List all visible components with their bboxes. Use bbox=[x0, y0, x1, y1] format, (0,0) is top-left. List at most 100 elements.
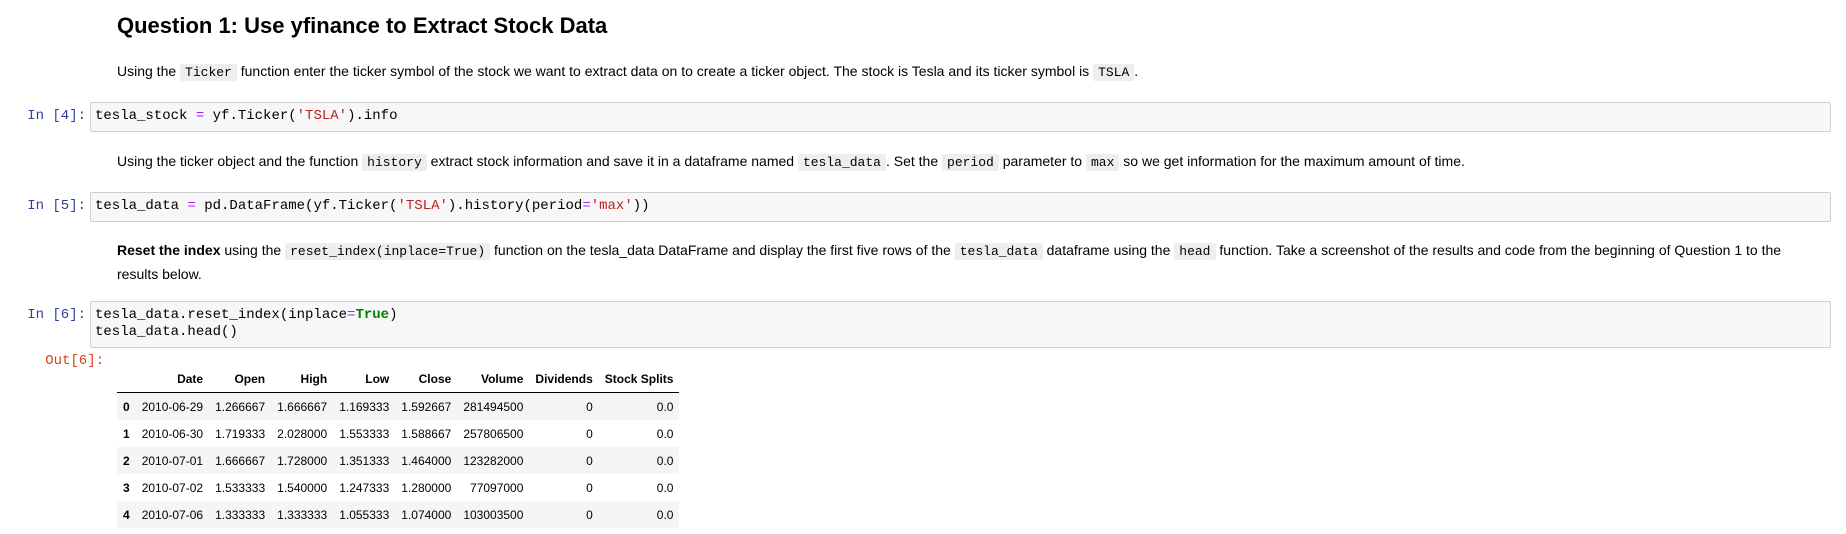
code-text: tesla_stock bbox=[95, 108, 196, 124]
inline-code-tesla-data: tesla_data bbox=[954, 243, 1043, 260]
table-row: 4 2010-07-06 1.333333 1.333333 1.055333 … bbox=[117, 501, 680, 528]
table-cell: 1.266667 bbox=[215, 399, 266, 414]
markdown-paragraph-reset-index: Reset the index using the reset_index(in… bbox=[117, 239, 1837, 285]
table-cell: 1.280000 bbox=[401, 480, 452, 495]
inline-code-head: head bbox=[1174, 243, 1216, 260]
row-index: 0 bbox=[123, 399, 130, 414]
dataframe-table: Date Open High Low Close Volume Dividend… bbox=[117, 366, 680, 528]
code-cell-4[interactable]: tesla_stock = yf.Ticker('TSLA').info bbox=[90, 102, 1831, 132]
inline-code-tesla-data: tesla_data bbox=[797, 154, 886, 171]
table-cell: 2.028000 bbox=[277, 426, 328, 441]
table-cell: 1.666667 bbox=[277, 399, 328, 414]
code-line[interactable]: tesla_data.reset_index(inplace=True) bbox=[95, 307, 1826, 324]
text: Using the bbox=[117, 63, 181, 79]
inline-code-period: period bbox=[942, 154, 999, 171]
code-operator: = bbox=[187, 198, 196, 214]
table-cell: 2010-07-01 bbox=[141, 453, 204, 468]
code-text: ) bbox=[389, 307, 398, 323]
index-header bbox=[117, 366, 136, 393]
table-cell: 1.540000 bbox=[277, 480, 328, 495]
bold-text: Reset the index bbox=[117, 242, 221, 258]
table-cell: 0.0 bbox=[656, 507, 674, 522]
table-cell: 1.533333 bbox=[215, 480, 266, 495]
table-cell: 1.666667 bbox=[215, 453, 266, 468]
column-header: Stock Splits bbox=[598, 366, 680, 393]
code-line[interactable]: tesla_data.head() bbox=[95, 324, 1826, 341]
table-cell: 1.728000 bbox=[277, 453, 328, 468]
code-string: 'max' bbox=[590, 198, 633, 214]
table-cell: 1.588667 bbox=[401, 426, 452, 441]
table-cell: 0.0 bbox=[656, 426, 674, 441]
column-header: Close bbox=[395, 366, 458, 393]
input-prompt-5: In [5]: bbox=[27, 198, 86, 214]
table-cell: 123282000 bbox=[463, 453, 524, 468]
table-cell: 1.333333 bbox=[215, 507, 266, 522]
inline-code-history: history bbox=[362, 154, 427, 171]
input-prompt-6: In [6]: bbox=[27, 307, 86, 323]
table-cell: 1.055333 bbox=[339, 507, 390, 522]
column-header: Low bbox=[333, 366, 396, 393]
table-cell: 0.0 bbox=[656, 453, 674, 468]
text: function on the tesla_data DataFrame and… bbox=[490, 242, 955, 258]
table-cell: 1.169333 bbox=[339, 399, 390, 414]
column-header: Dividends bbox=[529, 366, 599, 393]
code-keyword: True bbox=[355, 307, 390, 323]
code-string: 'TSLA' bbox=[397, 198, 448, 214]
text: using the bbox=[220, 242, 286, 258]
code-cell-5[interactable]: tesla_data = pd.DataFrame(yf.Ticker('TSL… bbox=[90, 192, 1831, 222]
text: dataframe using the bbox=[1042, 242, 1175, 258]
table-cell: 2010-06-30 bbox=[141, 426, 204, 441]
text: . bbox=[1134, 63, 1139, 79]
code-operator: = bbox=[195, 108, 205, 124]
text: function enter the ticker symbol of the … bbox=[236, 63, 1094, 79]
table-header-row: Date Open High Low Close Volume Dividend… bbox=[117, 366, 680, 393]
code-line[interactable]: tesla_stock = yf.Ticker('TSLA').info bbox=[95, 108, 1826, 125]
markdown-line: Reset the index using the reset_index(in… bbox=[117, 239, 1837, 263]
table-cell: 1.592667 bbox=[401, 399, 452, 414]
column-header: High bbox=[271, 366, 334, 393]
table-row: 1 2010-06-30 1.719333 2.028000 1.553333 … bbox=[117, 420, 680, 447]
text: . Set the bbox=[885, 153, 943, 169]
table-cell: 1.351333 bbox=[339, 453, 390, 468]
input-prompt-4: In [4]: bbox=[27, 108, 86, 124]
table-cell: 1.074000 bbox=[401, 507, 452, 522]
markdown-paragraph-ticker: Using the Ticker function enter the tick… bbox=[117, 60, 1138, 84]
table-cell: 257806500 bbox=[463, 426, 524, 441]
row-index: 2 bbox=[123, 453, 130, 468]
text: parameter to bbox=[998, 153, 1086, 169]
column-header: Volume bbox=[457, 366, 530, 393]
code-text: tesla_data.reset_index(inplace bbox=[95, 307, 348, 323]
row-index: 4 bbox=[123, 507, 130, 522]
table-cell: 1.719333 bbox=[215, 426, 266, 441]
table-cell: 0 bbox=[586, 399, 593, 414]
table-row: 3 2010-07-02 1.533333 1.540000 1.247333 … bbox=[117, 474, 680, 501]
code-text: tesla_data bbox=[95, 198, 188, 214]
code-string: 'TSLA' bbox=[296, 108, 348, 124]
table-cell: 0 bbox=[586, 453, 593, 468]
question-heading: Question 1: Use yfinance to Extract Stoc… bbox=[117, 13, 608, 38]
code-operator: = bbox=[582, 198, 591, 214]
code-line[interactable]: tesla_data = pd.DataFrame(yf.Ticker('TSL… bbox=[95, 198, 1826, 215]
table-cell: 2010-07-02 bbox=[141, 480, 204, 495]
table-cell: 1.553333 bbox=[339, 426, 390, 441]
markdown-line: results below. bbox=[117, 266, 202, 282]
table-cell: 1.247333 bbox=[339, 480, 390, 495]
code-text: ).info bbox=[347, 108, 398, 124]
table-cell: 0 bbox=[586, 426, 593, 441]
code-text: )) bbox=[632, 198, 650, 214]
table-cell: 2010-07-06 bbox=[141, 507, 204, 522]
inline-code-tsla: TSLA bbox=[1093, 64, 1135, 81]
table-cell: 2010-06-29 bbox=[141, 399, 204, 414]
output-prompt-6: Out[6]: bbox=[45, 353, 104, 369]
table-cell: 103003500 bbox=[463, 507, 524, 522]
code-cell-6[interactable]: tesla_data.reset_index(inplace=True) tes… bbox=[90, 301, 1831, 348]
inline-code-ticker: Ticker bbox=[180, 64, 237, 81]
table-cell: 0.0 bbox=[656, 399, 674, 414]
text: so we get information for the maximum am… bbox=[1119, 153, 1465, 169]
table-cell: 77097000 bbox=[470, 480, 524, 495]
inline-code-reset-index: reset_index(inplace=True) bbox=[285, 243, 491, 260]
row-index: 1 bbox=[123, 426, 130, 441]
table-cell: 0 bbox=[586, 480, 593, 495]
column-header: Date bbox=[135, 366, 210, 393]
code-text: ).history(period bbox=[447, 198, 583, 214]
